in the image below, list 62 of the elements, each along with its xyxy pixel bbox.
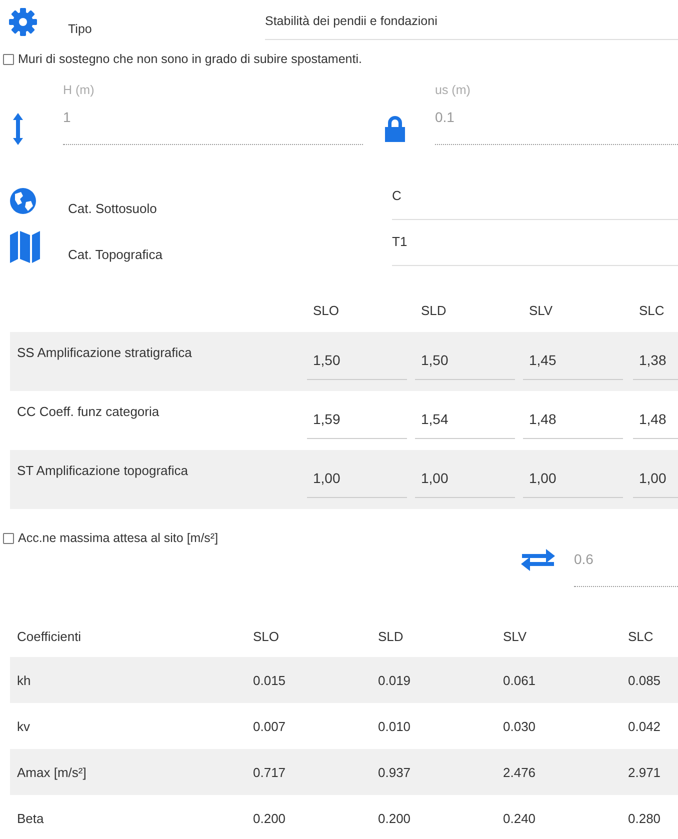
table-cell-text: 0.061	[502, 672, 537, 688]
type-label: Tipo	[68, 21, 93, 36]
table-cell-text: 0.010	[377, 718, 412, 734]
table-cell-text: 0.042	[627, 718, 662, 734]
value-field[interactable]: 1,00	[415, 450, 515, 498]
value-field[interactable]: 1,00	[523, 450, 623, 498]
checkbox[interactable]	[3, 532, 14, 544]
table-cell-text: 0.015	[252, 672, 287, 688]
type-select[interactable]: Stabilità dei pendii e fondazioni	[265, 4, 678, 40]
column-header: Coefficienti	[16, 628, 82, 644]
table-cell-text: 0.019	[377, 672, 412, 688]
checkbox-label: Muri di sostegno che non sono in grado di subire spostamenti.	[18, 52, 362, 66]
table-cell-text: 0.937	[377, 764, 412, 780]
table-cell-text: 0.085	[627, 672, 662, 688]
value-field[interactable]: 1,50	[307, 332, 407, 380]
value-field[interactable]: 1,45	[523, 332, 623, 380]
table-cell-text: 0.200	[377, 810, 412, 826]
value-field[interactable]: 1,48	[523, 391, 623, 439]
column-header: SLD	[377, 628, 404, 644]
table-cell-text: 0.240	[502, 810, 537, 826]
column-header: SLV	[528, 302, 554, 318]
table-cell-text: Amax [m/s²]	[16, 764, 88, 780]
value-field[interactable]: 1,38	[633, 332, 678, 380]
column-header: SLC	[627, 628, 654, 644]
table-cell-text: 2.971	[627, 764, 662, 780]
column-header: SLC	[638, 302, 666, 318]
checkbox[interactable]	[3, 54, 14, 64]
category-label: Cat. Topografica	[68, 246, 164, 262]
category-select[interactable]: T1	[392, 228, 678, 266]
table-cell-text: kv	[16, 718, 31, 734]
table-cell-text: 2.476	[502, 764, 537, 780]
value-field[interactable]: 1,48	[633, 391, 678, 439]
column-header: SLO	[252, 628, 280, 644]
category-select[interactable]: C	[392, 182, 678, 220]
lock-icon	[383, 115, 407, 143]
swap-arrows-icon	[520, 548, 556, 572]
table-cell-text: 0.200	[252, 810, 287, 826]
column-header: SLO	[312, 302, 340, 318]
vertical-arrows-icon	[12, 111, 24, 147]
table-cell-text: 0.717	[252, 764, 287, 780]
table-cell-text: 0.007	[252, 718, 287, 734]
category-label: Cat. Sottosuolo	[68, 200, 158, 216]
row-label: ST Amplificazione topografica	[16, 462, 190, 480]
table-cell-text: Beta	[16, 810, 45, 826]
field-label: us (m)	[435, 82, 472, 97]
table-cell-text: 0.030	[502, 718, 537, 734]
value-field[interactable]: 1,00	[633, 450, 678, 498]
table-cell-text: 0.280	[627, 810, 662, 826]
globe-icon	[9, 187, 37, 215]
field-label: H (m)	[63, 82, 96, 97]
row-label: CC Coeff. funz categoria	[16, 403, 160, 421]
value-field[interactable]: 1,50	[415, 332, 515, 380]
row-label: SS Amplificazione stratigrafica	[16, 344, 193, 362]
value-field[interactable]: 1,59	[307, 391, 407, 439]
checkbox-label: Acc.ne massima attesa al sito [m/s²]	[18, 531, 218, 545]
value-field[interactable]: 1,00	[307, 450, 407, 498]
column-header: SLV	[502, 628, 528, 644]
map-icon	[9, 230, 41, 264]
settings-icon	[9, 8, 37, 36]
table-cell-text: kh	[16, 672, 32, 688]
column-header: SLD	[420, 302, 448, 318]
value-field[interactable]: 1,54	[415, 391, 515, 439]
